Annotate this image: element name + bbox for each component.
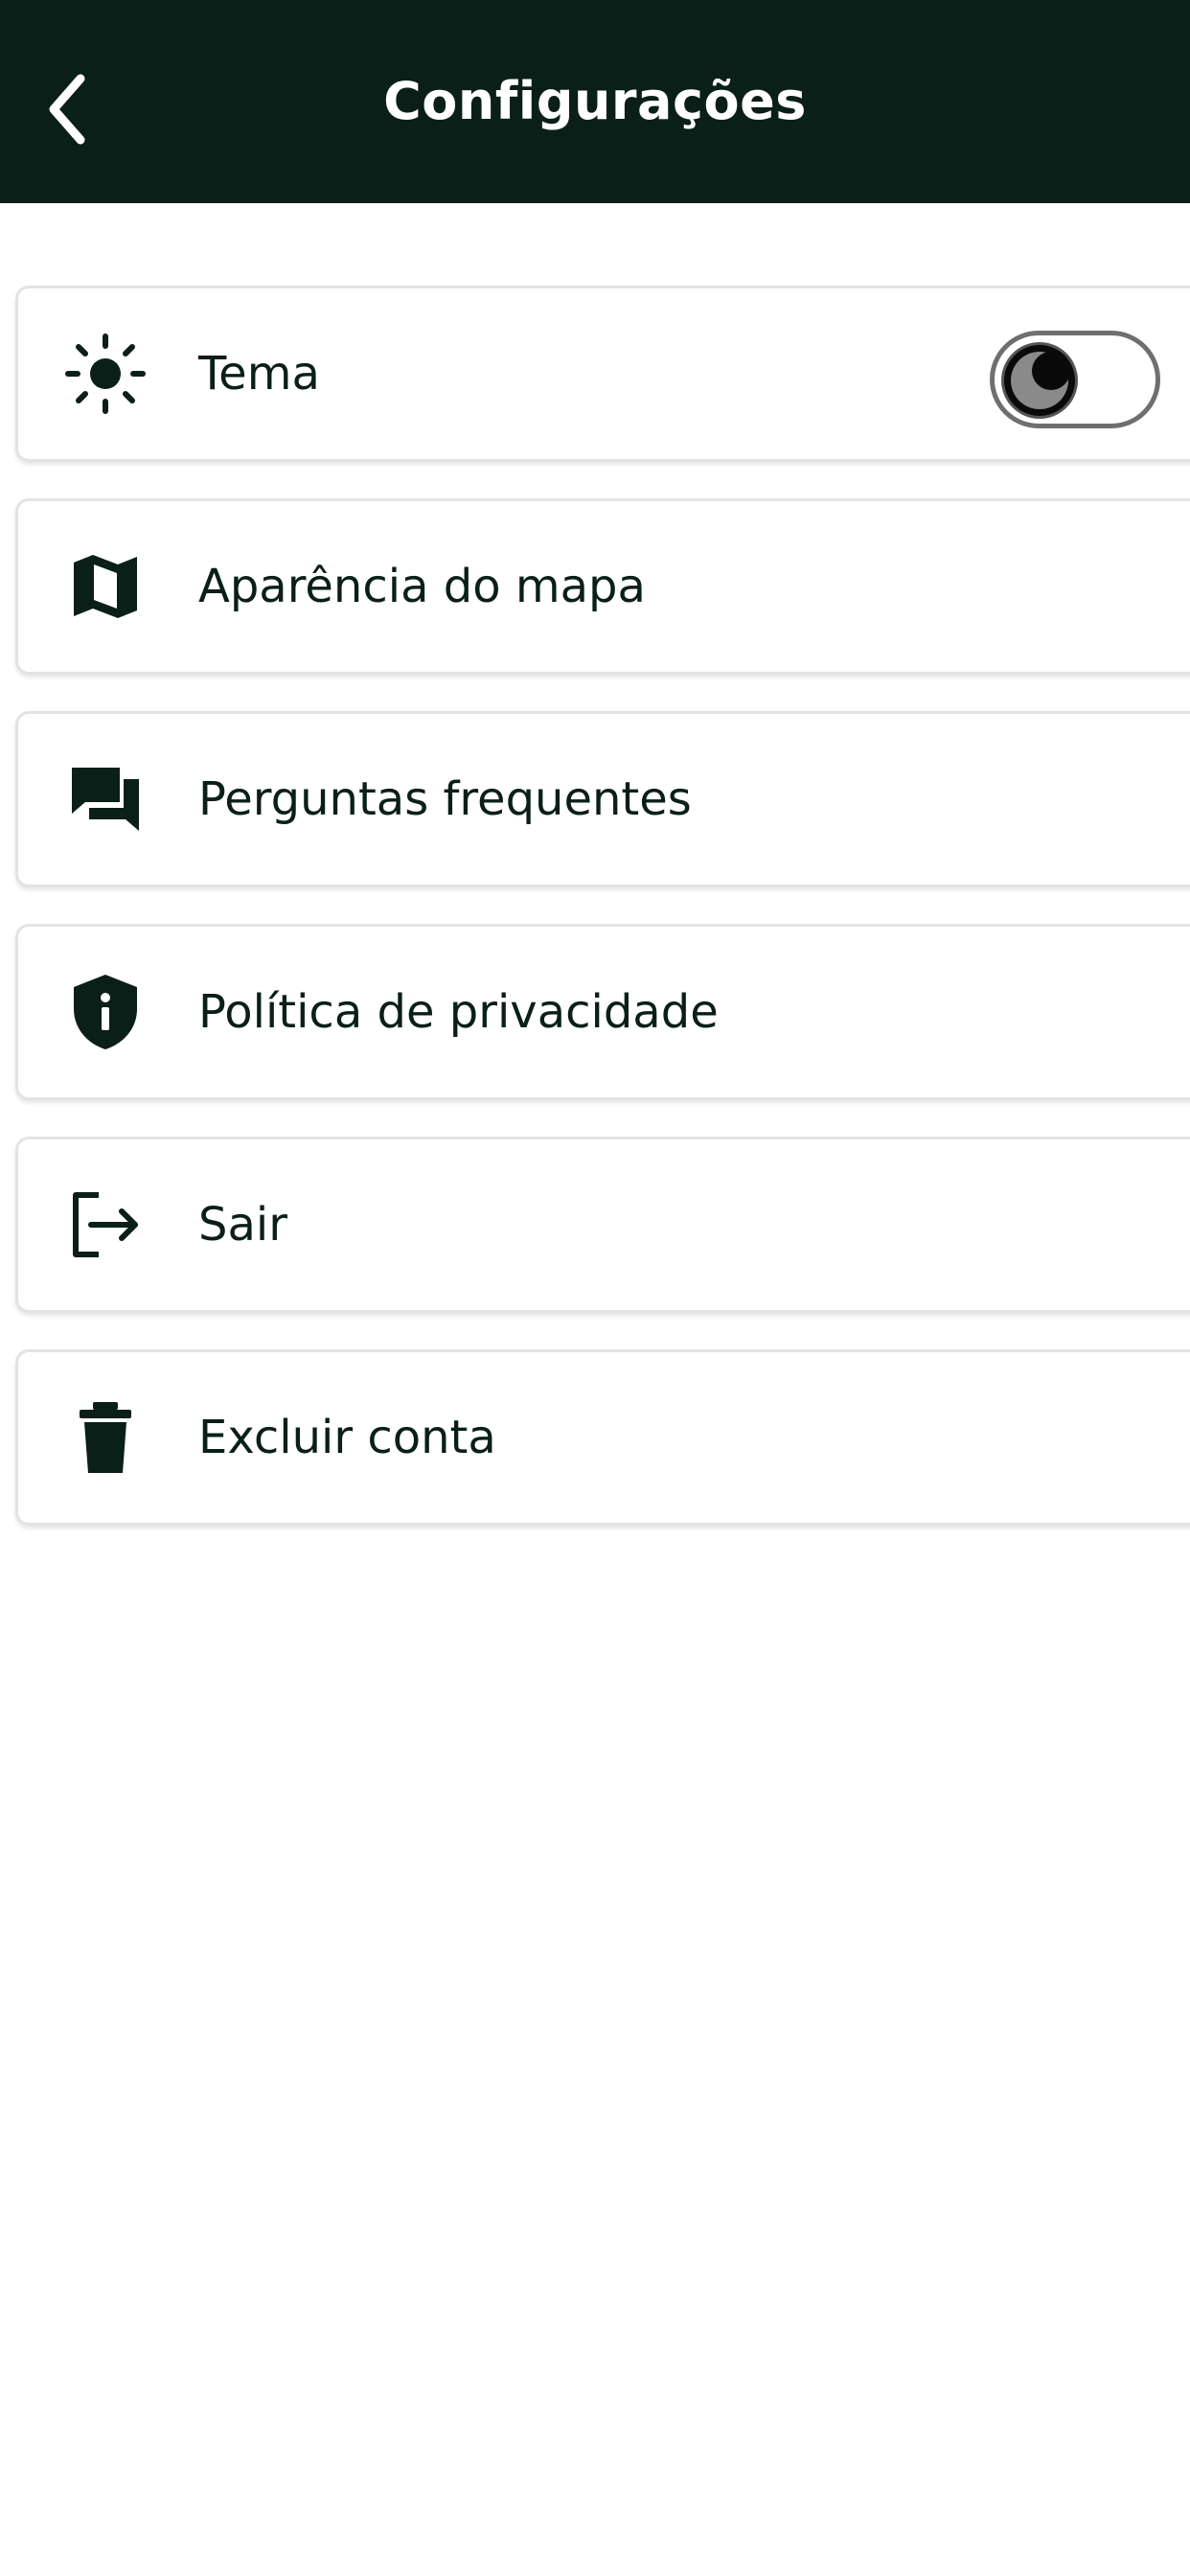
- settings-item-label: Perguntas frequentes: [198, 772, 692, 826]
- settings-item-label: Tema: [198, 347, 320, 401]
- settings-item-privacy-policy[interactable]: Política de privacidade: [15, 924, 1190, 1100]
- settings-item-theme: Tema: [15, 286, 1190, 462]
- moon-icon: [1011, 352, 1070, 409]
- chat-bubbles-icon: [64, 758, 147, 840]
- settings-item-logout[interactable]: Sair: [15, 1137, 1190, 1313]
- settings-item-label: Aparência do mapa: [198, 560, 646, 613]
- logout-icon: [64, 1184, 147, 1266]
- theme-toggle[interactable]: [990, 331, 1160, 428]
- app-header: Configurações: [0, 0, 1190, 203]
- page-title: Configurações: [383, 71, 807, 131]
- trash-icon: [64, 1396, 147, 1479]
- settings-item-map-appearance[interactable]: Aparência do mapa: [15, 498, 1190, 675]
- settings-item-faq[interactable]: Perguntas frequentes: [15, 711, 1190, 887]
- settings-item-label: Política de privacidade: [198, 985, 719, 1039]
- settings-item-label: Excluir conta: [198, 1411, 496, 1464]
- toggle-knob: [1004, 345, 1075, 416]
- settings-item-delete-account[interactable]: Excluir conta: [15, 1349, 1190, 1526]
- settings-item-label: Sair: [198, 1198, 287, 1252]
- shield-info-icon: [64, 971, 147, 1053]
- sun-icon: [64, 333, 147, 415]
- map-icon: [64, 545, 147, 628]
- settings-list: Tema Aparência do mapa Perguntas frequen…: [15, 286, 1190, 1562]
